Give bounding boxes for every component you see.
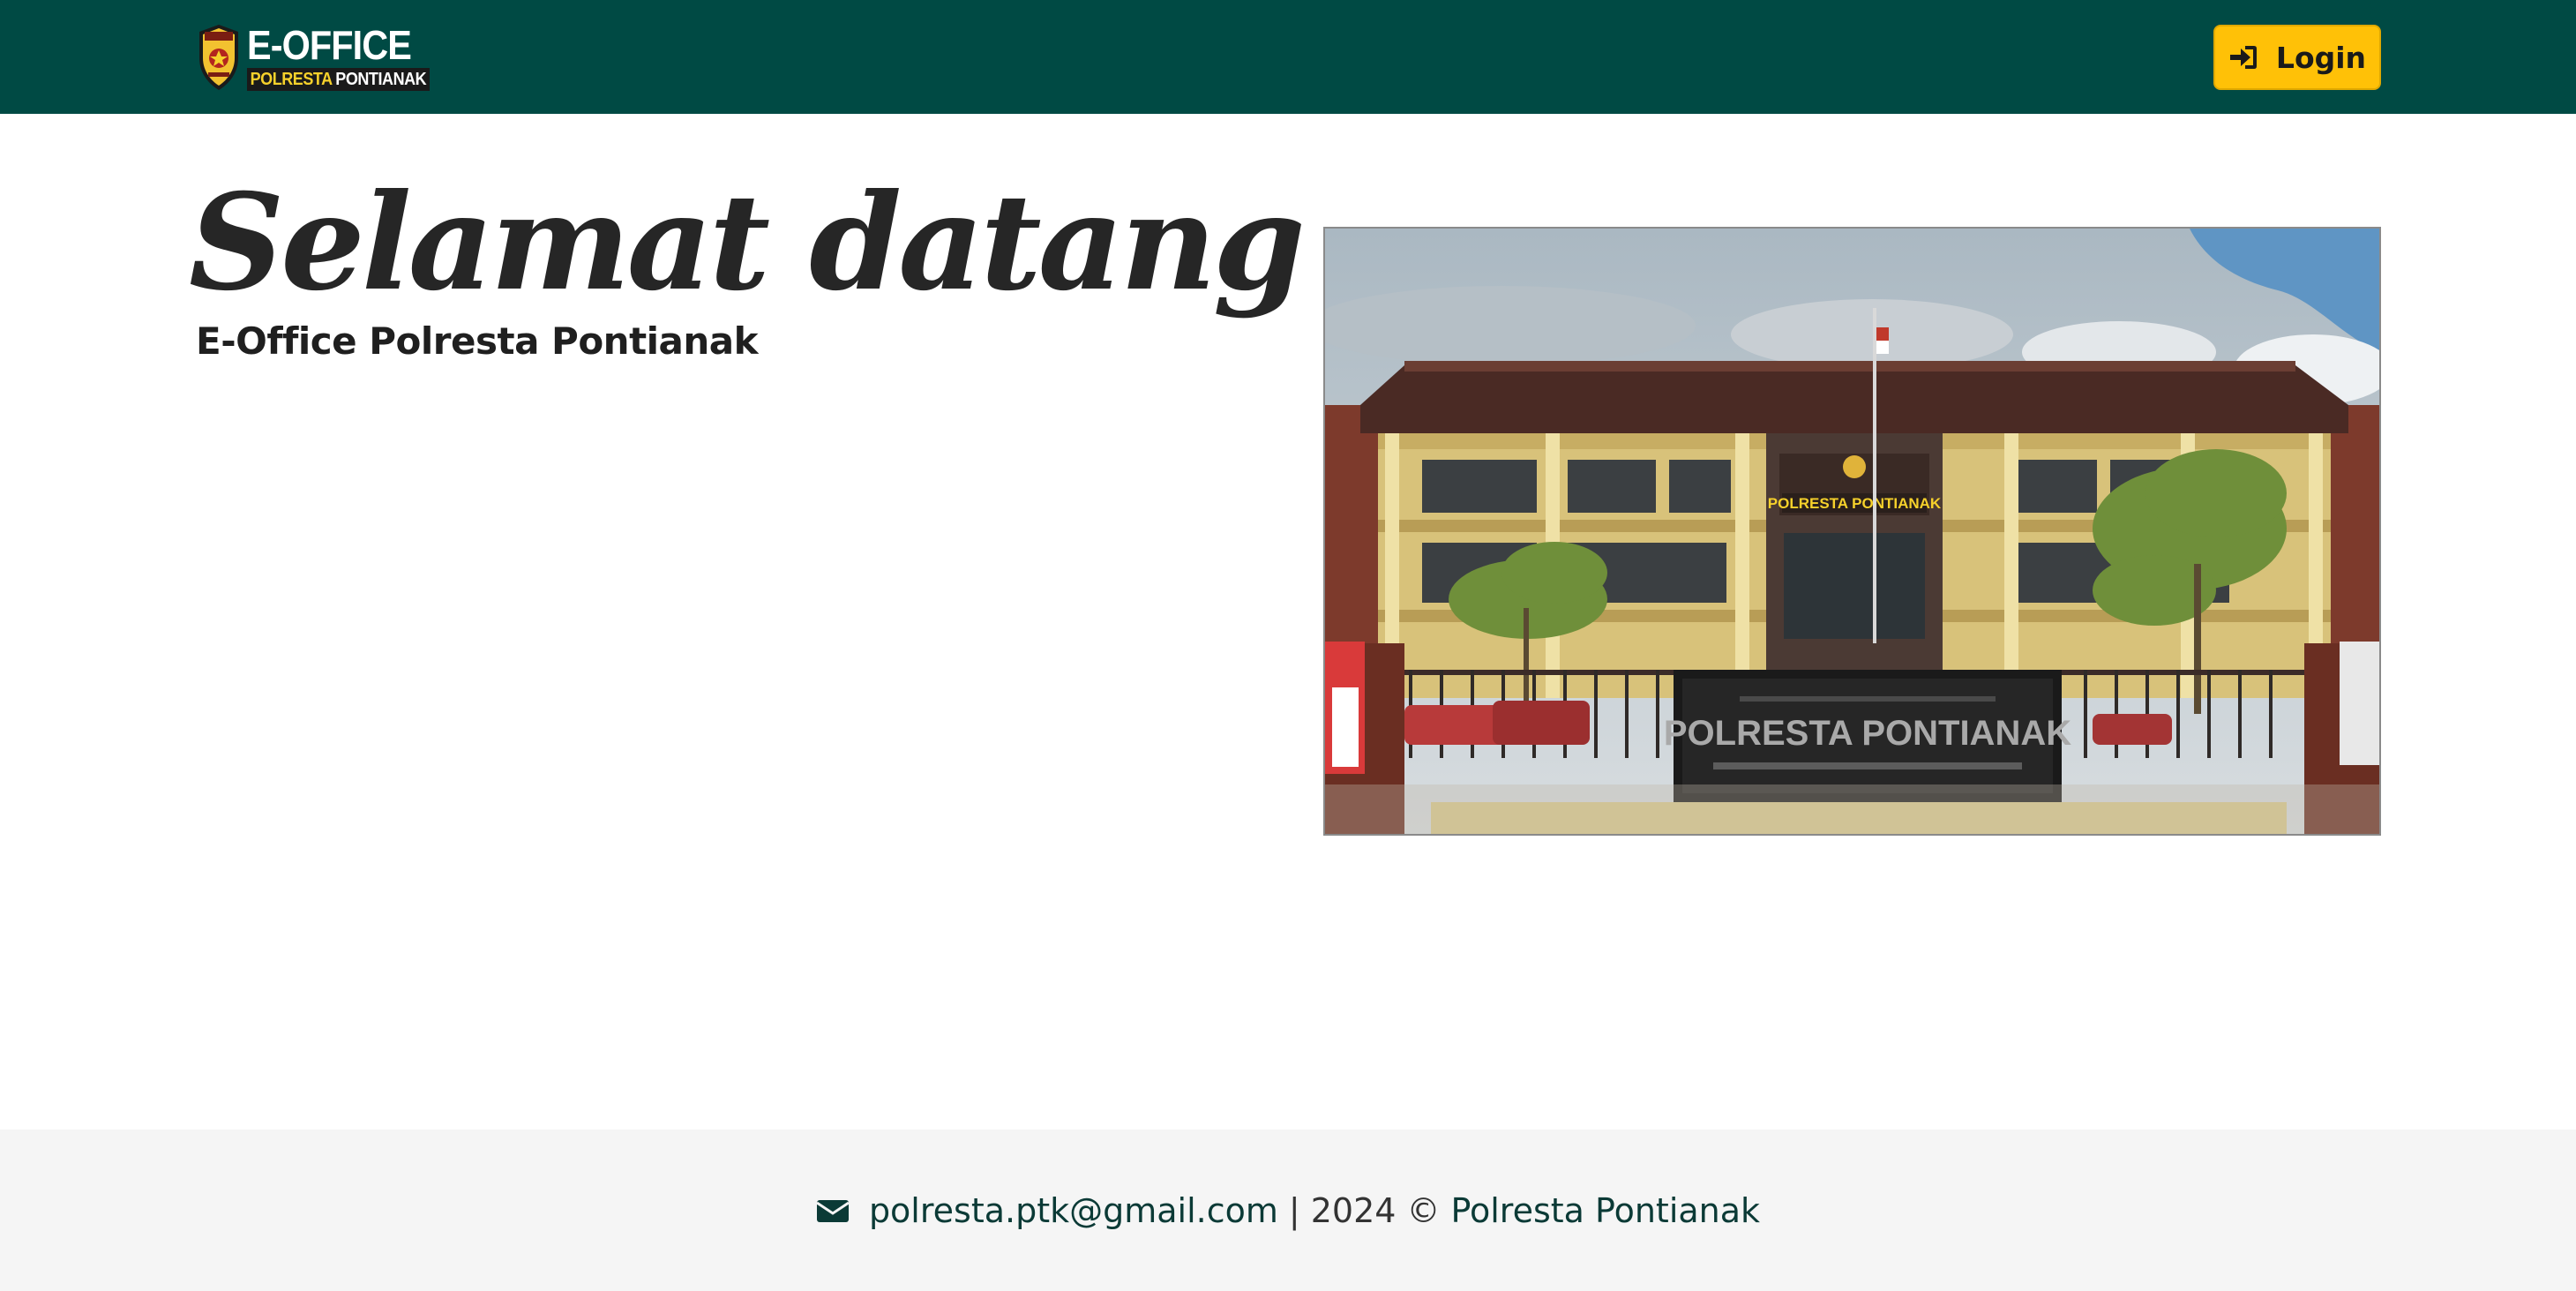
brand-subtitle: POLRESTA PONTIANAK: [247, 67, 430, 91]
footer-organization: Polresta Pontianak: [1450, 1190, 1761, 1230]
brand-subtitle-part2: PONTIANAK: [335, 69, 427, 89]
footer-separator: |: [1288, 1190, 1300, 1230]
building-photo: POLRESTA PONTIANAK POLRESTA PONTIANAK: [1323, 227, 2381, 836]
gate-sign-text: POLRESTA PONTIANAK: [1664, 714, 2071, 753]
footer-year: 2024: [1310, 1190, 1397, 1230]
brand-title: E-OFFICE: [247, 21, 412, 68]
footer: polresta.ptk@gmail.com | 2024 © Polresta…: [0, 1130, 2576, 1291]
building-sign-text: POLRESTA PONTIANAK: [1768, 495, 1942, 512]
hero-title: Selamat datang: [189, 165, 1306, 320]
hero-subtitle: E-Office Polresta Pontianak: [196, 319, 759, 363]
brand-logo-link[interactable]: E-OFFICE POLRESTA PONTIANAK: [196, 22, 430, 93]
footer-email-link[interactable]: polresta.ptk@gmail.com: [869, 1191, 1278, 1230]
building-illustration: POLRESTA PONTIANAK POLRESTA PONTIANAK: [1325, 229, 2379, 834]
login-button[interactable]: Login: [2213, 25, 2381, 90]
envelope-icon: [816, 1199, 850, 1222]
sign-in-icon: [2229, 46, 2257, 69]
top-navbar: E-OFFICE POLRESTA PONTIANAK Login: [0, 0, 2576, 114]
brand-subtitle-part1: POLRESTA: [250, 69, 333, 89]
brand-text: E-OFFICE POLRESTA PONTIANAK: [247, 25, 450, 91]
footer-content: polresta.ptk@gmail.com | 2024 © Polresta…: [816, 1191, 1760, 1230]
footer-copyright: ©: [1406, 1190, 1441, 1230]
police-badge-icon: [199, 25, 238, 90]
login-label: Login: [2275, 40, 2367, 75]
